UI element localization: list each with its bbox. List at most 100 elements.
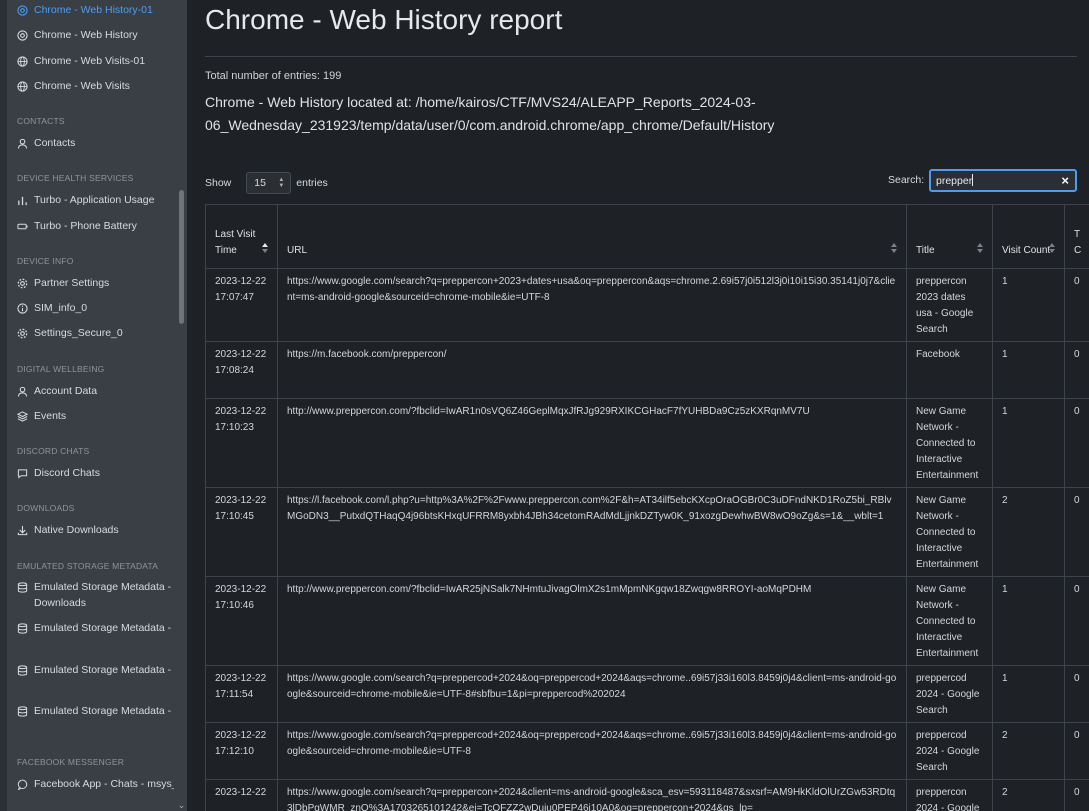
search-value: prepper [936,175,973,187]
cell-visit-count: 2 [992,779,1065,811]
cell-time: 2023-12-22 17:10:45 [205,487,278,577]
table-row: 2023-12-22 17:10:46 http://www.prepperco… [205,576,1089,666]
layers-icon [17,411,28,422]
scroll-down-arrow-icon[interactable]: ⌄ [177,800,186,810]
sort-icon [1049,243,1056,255]
sidebar-item-emulated-storage-downloads[interactable]: Emulated Storage Metadata - Downloads [17,579,187,611]
sidebar-item-label: Account Data [34,385,98,397]
database-icon [17,582,28,593]
sidebar-item-label: Chrome - Web History [34,29,138,41]
sidebar-item-account-data[interactable]: Account Data [17,383,97,399]
table-row: 2023-12-22 17:12:10 https://www.google.c… [205,722,1089,780]
sidebar-item-chrome-web-visits-01[interactable]: Chrome - Web Visits-01 [17,53,145,69]
cell-title: New Game Network - Connected to Interact… [906,398,993,488]
sidebar-item-turbo-app-usage[interactable]: Turbo - Application Usage [17,192,154,208]
column-header-last-visit-time[interactable]: Last Visit Time [205,204,278,269]
cell-visit-count: 1 [992,268,1065,342]
cell-truncated: 0 [1064,779,1089,811]
source-location: Chrome - Web History located at: /home/k… [205,94,775,133]
sidebar-item-label: Chrome - Web Visits-01 [34,55,146,67]
sidebar-section-facebook-messenger: FACEBOOK MESSENGER [17,757,125,767]
sidebar-item-emulated-storage-in[interactable]: Emulated Storage Metadata - In [17,662,174,678]
sort-icon [891,243,898,255]
sidebar-item-label: Events [34,410,67,422]
user-icon [17,138,28,149]
column-header-visit-count[interactable]: Visit Count [992,204,1065,269]
column-header-truncated[interactable]: T C [1064,204,1089,269]
header-label: Title [916,245,935,256]
page-length-select[interactable]: 15 ▲ ▼ [246,172,292,194]
sidebar-section-emulated-storage: EMULATED STORAGE METADATA [17,561,159,571]
chrome-icon [17,5,28,16]
sidebar-item-partner-settings[interactable]: Partner Settings [17,275,109,291]
gear-icon [17,328,28,339]
globe-icon [17,81,28,92]
cell-truncated: 0 [1064,722,1089,780]
sidebar-scrollbar[interactable] [176,0,187,811]
battery-icon [17,223,28,230]
sidebar-item-chrome-web-history-01[interactable]: Chrome - Web History-01 [17,2,153,18]
gear-icon [17,278,28,289]
sidebar-item-facebook-chats[interactable]: Facebook App - Chats - msys_d [17,776,174,792]
sidebar-item-turbo-phone-battery[interactable]: Turbo - Phone Battery [17,218,137,234]
cell-title: Facebook [906,341,993,399]
select-arrows-icon: ▲ ▼ [278,177,285,189]
cell-url: https://www.google.com/search?q=prepperc… [277,722,907,780]
cell-visit-count: 2 [992,722,1065,780]
sidebar-item-discord-chats[interactable]: Discord Chats [17,465,100,481]
sidebar: Chrome - Web History-01 Chrome - Web His… [0,0,187,811]
cell-time: 2023-12-22 17:07:47 [205,268,278,342]
header-label: URL [287,245,308,256]
sidebar-item-settings-secure[interactable]: Settings_Secure_0 [17,325,123,341]
table-row: 2023-12-22 https://www.google.com/search… [205,779,1089,811]
sidebar-item-label: SIM_info_0 [34,302,88,314]
sidebar-item-events[interactable]: Events [17,408,66,424]
cell-truncated: 0 [1064,341,1089,399]
table-row: 2023-12-22 17:10:45 https://l.facebook.c… [205,487,1089,577]
cell-title: New Game Network - Connected to Interact… [906,576,993,666]
sidebar-scrollbar-thumb[interactable] [179,190,184,324]
sidebar-item-chrome-web-history[interactable]: Chrome - Web History [17,27,138,43]
header-label: Last Visit Time [215,229,256,256]
column-header-url[interactable]: URL [277,204,907,269]
cell-truncated: 0 [1064,665,1089,723]
cell-url: https://www.google.com/search?q=prepperc… [277,268,907,342]
sidebar-section-discord-chats: DISCORD CHATS [17,446,90,456]
cell-time: 2023-12-22 17:11:54 [205,665,278,723]
sidebar-section-device-health: DEVICE HEALTH SERVICES [17,173,134,183]
sidebar-item-label: Emulated Storage Metadata - Downloads [34,581,172,609]
text-caret [972,174,974,186]
cell-truncated: 0 [1064,487,1089,577]
main-content: Chrome - Web History report Total number… [187,0,1089,811]
column-header-title[interactable]: Title [906,204,993,269]
clear-search-icon[interactable]: × [1061,173,1069,188]
cell-time: 2023-12-22 17:08:24 [205,341,278,399]
app-window: Chrome - Web History-01 Chrome - Web His… [0,0,1089,811]
user-icon [17,386,28,397]
search-input[interactable]: prepper × [929,169,1077,192]
sidebar-section-device-info: DEVICE INFO [17,256,74,266]
sidebar-item-label: Turbo - Application Usage [34,194,155,206]
message-icon [17,779,28,790]
sidebar-section-contacts: CONTACTS [17,116,65,126]
sidebar-item-emulated-storage-v[interactable]: Emulated Storage Metadata - V [17,703,174,719]
cell-truncated: 0 [1064,398,1089,488]
sidebar-item-label: Facebook App - Chats - msys_d [34,778,174,790]
cell-url: https://www.google.com/search?q=prepperc… [277,665,907,723]
cell-time: 2023-12-22 17:10:23 [205,398,278,488]
sidebar-item-label: Contacts [34,137,76,149]
sidebar-item-sim-info[interactable]: SIM_info_0 [17,300,87,316]
cell-title: preppercod 2024 - Google Search [906,722,993,780]
sidebar-item-contacts[interactable]: Contacts [17,135,75,151]
table-row: 2023-12-22 17:08:24 https://m.facebook.c… [205,341,1089,399]
sidebar-item-chrome-web-visits[interactable]: Chrome - Web Visits [17,78,130,94]
cell-time: 2023-12-22 [205,779,278,811]
page-title: Chrome - Web History report [205,4,563,35]
sidebar-item-emulated-storage-f[interactable]: Emulated Storage Metadata - F [17,620,174,636]
cell-url: https://m.facebook.com/preppercon/ [277,341,907,399]
table-row: 2023-12-22 17:10:23 http://www.prepperco… [205,398,1089,488]
sort-asc-icon [262,243,269,255]
sidebar-item-native-downloads[interactable]: Native Downloads [17,522,119,538]
history-table: Last Visit Time URL Title Visit Count T … [205,204,1089,811]
cell-title: preppercon 2024 - Google [906,779,993,811]
